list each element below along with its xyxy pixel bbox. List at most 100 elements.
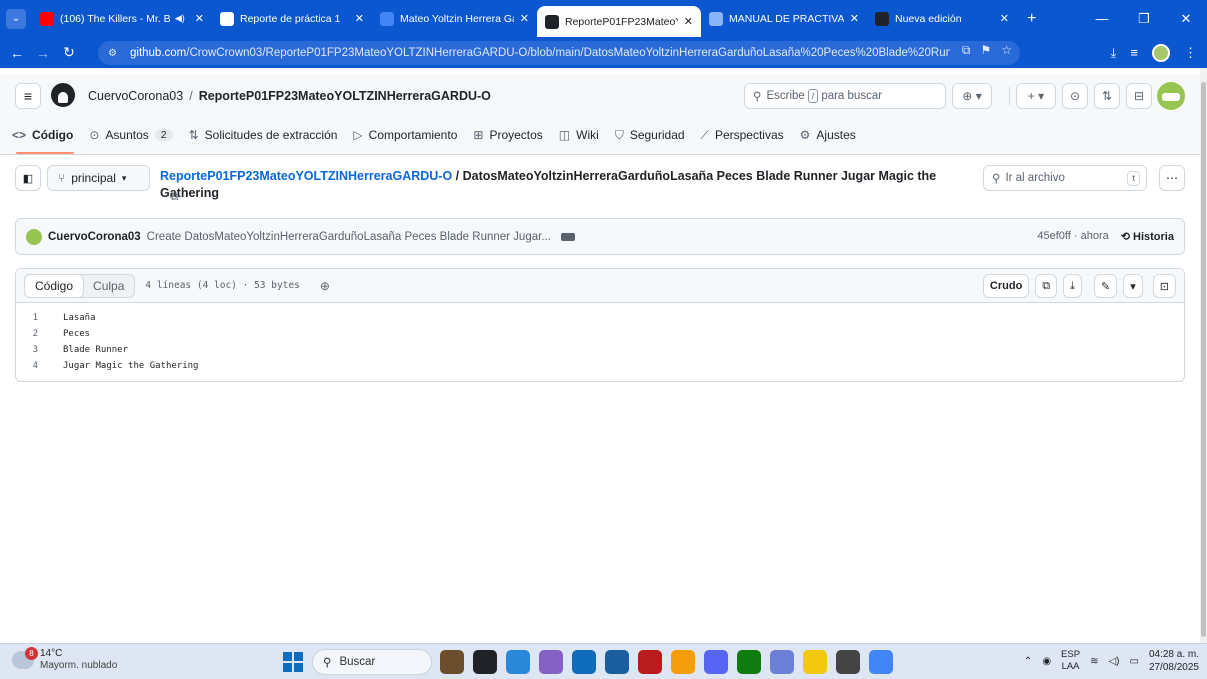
close-tab-icon[interactable]: ✕ — [520, 12, 529, 25]
back-button[interactable]: ← — [4, 45, 30, 61]
reload-button[interactable]: ↻ — [56, 44, 82, 61]
clock[interactable]: 04:28 a. m. 27/08/2025 — [1149, 648, 1199, 674]
file-tree-toggle-icon[interactable]: ◧ — [15, 165, 41, 191]
taskbar-app-icon[interactable] — [671, 650, 695, 674]
edit-chevron-down-icon[interactable]: ▾ — [1123, 274, 1143, 298]
translate-icon[interactable]: ⚑ — [980, 43, 991, 58]
commit-author[interactable]: CuervoCorona03 — [48, 231, 141, 243]
language-indicator[interactable]: ESP LAA — [1061, 649, 1080, 673]
line-number[interactable]: 2 — [16, 329, 63, 339]
taskbar-app-icon[interactable] — [737, 650, 761, 674]
copy-path-icon[interactable]: ⧉ — [170, 189, 179, 204]
close-tab-icon[interactable]: ✕ — [355, 12, 364, 25]
bookmark-star-icon[interactable]: ☆ — [1001, 43, 1012, 58]
line-number[interactable]: 1 — [16, 313, 63, 323]
repo-name-link[interactable]: ReporteP01FP23MateoYOLTZINHerreraGARDU-O — [199, 89, 491, 103]
copilot-icon[interactable]: ⊕ — [320, 279, 330, 293]
taskbar-app-icon[interactable] — [506, 650, 530, 674]
browser-tab[interactable]: (106) The Killers - Mr. B ◀) ✕ — [32, 0, 212, 37]
commit-author-avatar[interactable] — [26, 228, 42, 245]
more-options-icon[interactable]: ⋯ — [1159, 165, 1185, 191]
download-raw-icon[interactable]: ⤓ — [1063, 274, 1083, 298]
taskbar-app-icon[interactable] — [638, 650, 662, 674]
taskbar-app-icon[interactable] — [605, 650, 629, 674]
install-app-icon[interactable]: ⧉ — [962, 43, 971, 58]
volume-icon[interactable]: ◁) — [1108, 656, 1119, 667]
pull-requests-button[interactable]: ⇅ — [1094, 83, 1120, 109]
weather-widget[interactable]: 8 14°C Mayorm. nublado — [12, 647, 117, 672]
blame-view-tab[interactable]: Culpa — [83, 275, 134, 297]
commit-message[interactable]: Create DatosMateoYoltzinHerreraGarduñoLa… — [147, 231, 551, 243]
close-tab-icon[interactable]: ✕ — [684, 15, 693, 28]
repo-tab[interactable]: ◫ Wiki — [559, 128, 599, 142]
media-control-icon[interactable]: ≡ — [1130, 45, 1138, 60]
repo-tab[interactable]: ⊙ Asuntos 2 — [89, 128, 173, 142]
minimize-button[interactable]: — — [1081, 11, 1123, 26]
forward-button[interactable]: → — [30, 45, 56, 61]
taskbar-app-icon[interactable] — [869, 650, 893, 674]
taskbar-app-icon[interactable] — [836, 650, 860, 674]
browser-tab[interactable]: Mateo Yoltzin Herrera Gard ✕ — [372, 0, 537, 37]
issues-button[interactable]: ⊙ — [1062, 83, 1088, 109]
browser-menu-icon[interactable]: ⋮ — [1184, 45, 1197, 61]
new-tab-button[interactable]: + — [1017, 10, 1046, 28]
go-to-file-input[interactable]: ⚲ Ir al archivo t — [983, 165, 1147, 191]
url-bar[interactable]: ⚙ github.com/CrowCrown03/ReporteP01FP23M… — [98, 41, 1020, 65]
taskbar-app-icon[interactable] — [539, 650, 563, 674]
browser-tab[interactable]: MANUAL DE PRACTIVAS- F ✕ — [701, 0, 867, 37]
repo-owner-link[interactable]: CuervoCorona03 — [88, 89, 183, 103]
hamburger-menu-icon[interactable]: ≡ — [15, 83, 41, 109]
line-number[interactable]: 3 — [16, 345, 63, 355]
edit-pencil-icon[interactable]: ✎ — [1094, 274, 1118, 298]
chrome-tray-icon[interactable]: ◉ — [1042, 656, 1051, 667]
taskbar-app-icon[interactable] — [770, 650, 794, 674]
copy-raw-icon[interactable]: ⧉ — [1035, 274, 1058, 298]
repo-path-link[interactable]: ReporteP01FP23MateoYOLTZINHerreraGARDU-O — [160, 169, 452, 183]
maximize-button[interactable]: ❐ — [1123, 11, 1165, 27]
start-button[interactable] — [283, 652, 303, 672]
download-icon[interactable]: ⤓ — [1111, 45, 1117, 61]
line-number[interactable]: 4 — [16, 361, 63, 371]
browser-tab[interactable]: Nueva edición ✕ — [867, 0, 1017, 37]
repo-tab[interactable]: ⟋ Perspectivas — [701, 128, 784, 143]
taskbar-app-icon[interactable] — [572, 650, 596, 674]
code-view-tab[interactable]: Código — [24, 273, 85, 298]
user-avatar[interactable] — [1157, 82, 1185, 110]
taskbar-app-icon[interactable] — [704, 650, 728, 674]
page-scrollbar[interactable] — [1200, 68, 1207, 643]
raw-button[interactable]: Crudo — [982, 274, 1030, 298]
history-link[interactable]: ⟲ Historia — [1121, 230, 1174, 243]
github-logo-icon[interactable] — [51, 83, 75, 107]
tab-search-button[interactable]: ⌄ — [6, 8, 26, 29]
taskbar-app-icon[interactable] — [473, 650, 497, 674]
wifi-icon[interactable]: ≋ — [1090, 656, 1098, 667]
taskbar-app-icon[interactable] — [803, 650, 827, 674]
scrollbar-thumb[interactable] — [1201, 82, 1206, 637]
tab-audio-icon[interactable]: ◀) — [175, 13, 185, 24]
browser-tab[interactable]: ReporteP01FP23MateoYOLTZ ✕ — [537, 6, 701, 37]
taskbar-app-icon[interactable] — [440, 650, 464, 674]
copilot-button[interactable]: ⊕ ▾ — [952, 83, 992, 109]
close-tab-icon[interactable]: ✕ — [1000, 12, 1009, 25]
create-new-button[interactable]: + ▾ — [1016, 83, 1056, 109]
search-input[interactable]: ⚲ Escribe / para buscar — [744, 83, 946, 109]
repo-tab[interactable]: ⛉ Seguridad — [615, 128, 685, 143]
repo-tab[interactable]: ⚙ Ajustes — [800, 128, 856, 142]
tray-overflow-icon[interactable]: ⌃ — [1024, 656, 1032, 667]
repo-tab[interactable]: ▷ Comportamiento — [353, 128, 457, 142]
battery-icon[interactable]: ▭ — [1129, 656, 1138, 667]
commit-sha-time[interactable]: 45ef0ff · ahora — [1037, 230, 1108, 243]
close-tab-icon[interactable]: ✕ — [195, 12, 204, 25]
repo-tab[interactable]: ⊞ Proyectos — [473, 128, 542, 142]
branch-selector[interactable]: ⑂ principal ▾ — [47, 165, 150, 191]
expand-commit-icon[interactable] — [560, 232, 575, 241]
repo-tab[interactable]: <> Código — [12, 128, 73, 142]
profile-avatar[interactable] — [1152, 43, 1170, 62]
taskbar-search[interactable]: ⚲ Buscar — [312, 649, 432, 675]
close-tab-icon[interactable]: ✕ — [850, 12, 859, 25]
site-info-icon[interactable]: ⚙ — [108, 48, 124, 59]
close-window-button[interactable]: ✕ — [1165, 11, 1207, 27]
repo-tab[interactable]: ⇅ Solicitudes de extracción — [189, 128, 338, 142]
symbols-panel-icon[interactable]: ⊡ — [1152, 274, 1176, 298]
inbox-button[interactable]: ⊟ — [1126, 83, 1152, 109]
